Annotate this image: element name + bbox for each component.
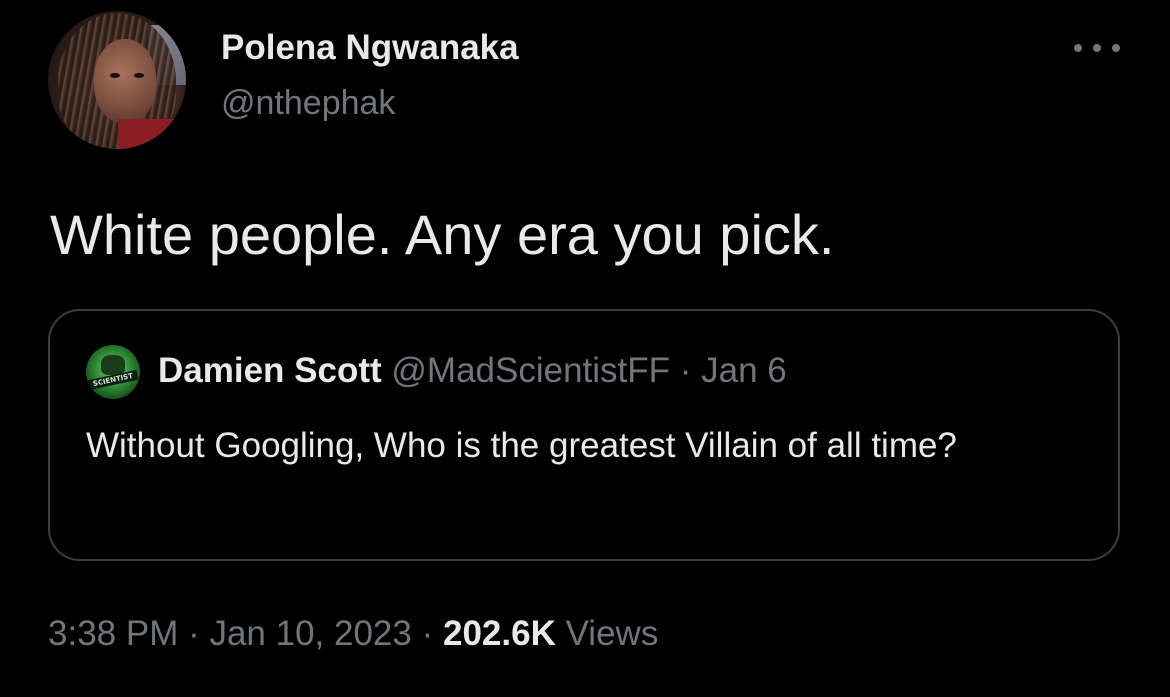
avatar-eye-right	[134, 73, 144, 78]
footer-separator: ·	[178, 614, 210, 653]
quoted-tweet-date[interactable]: Jan 6	[701, 351, 787, 390]
views-count[interactable]: 202.6K	[443, 614, 556, 653]
tweet-date[interactable]: Jan 10, 2023	[209, 614, 411, 653]
tweet-text: White people. Any era you pick.	[50, 203, 835, 266]
tweet-time[interactable]: 3:38 PM	[48, 614, 178, 653]
quoted-tweet-text: Without Googling, Who is the greatest Vi…	[86, 426, 957, 465]
more-dot	[1112, 44, 1120, 52]
more-dot	[1074, 44, 1082, 52]
quoted-author-avatar[interactable]: SCIENTIST	[86, 345, 140, 399]
quoted-tweet-card[interactable]: SCIENTIST Damien Scott @MadScientistFF ·…	[48, 309, 1120, 561]
author-handle[interactable]: @nthephak	[221, 84, 395, 123]
tweet-card: Polena Ngwanaka @nthephak White people. …	[0, 0, 1170, 697]
avatar-shirt	[118, 119, 186, 149]
tweet-footer: 3:38 PM · Jan 10, 2023 · 202.6K Views	[48, 614, 658, 654]
avatar-eye-left	[110, 73, 120, 78]
avatar-face	[94, 39, 156, 123]
quoted-tweet-header: Damien Scott @MadScientistFF · Jan 6	[158, 351, 787, 391]
quoted-author-display-name[interactable]: Damien Scott	[158, 351, 382, 390]
views-label[interactable]: Views	[566, 614, 659, 653]
more-options-icon[interactable]	[1074, 36, 1120, 60]
quoted-author-handle[interactable]: @MadScientistFF	[391, 351, 670, 390]
author-display-name[interactable]: Polena Ngwanaka	[221, 28, 519, 68]
quoted-meta-separator: ·	[670, 351, 702, 390]
more-dot	[1093, 44, 1101, 52]
author-avatar[interactable]	[48, 11, 186, 149]
footer-separator: ·	[411, 614, 443, 653]
